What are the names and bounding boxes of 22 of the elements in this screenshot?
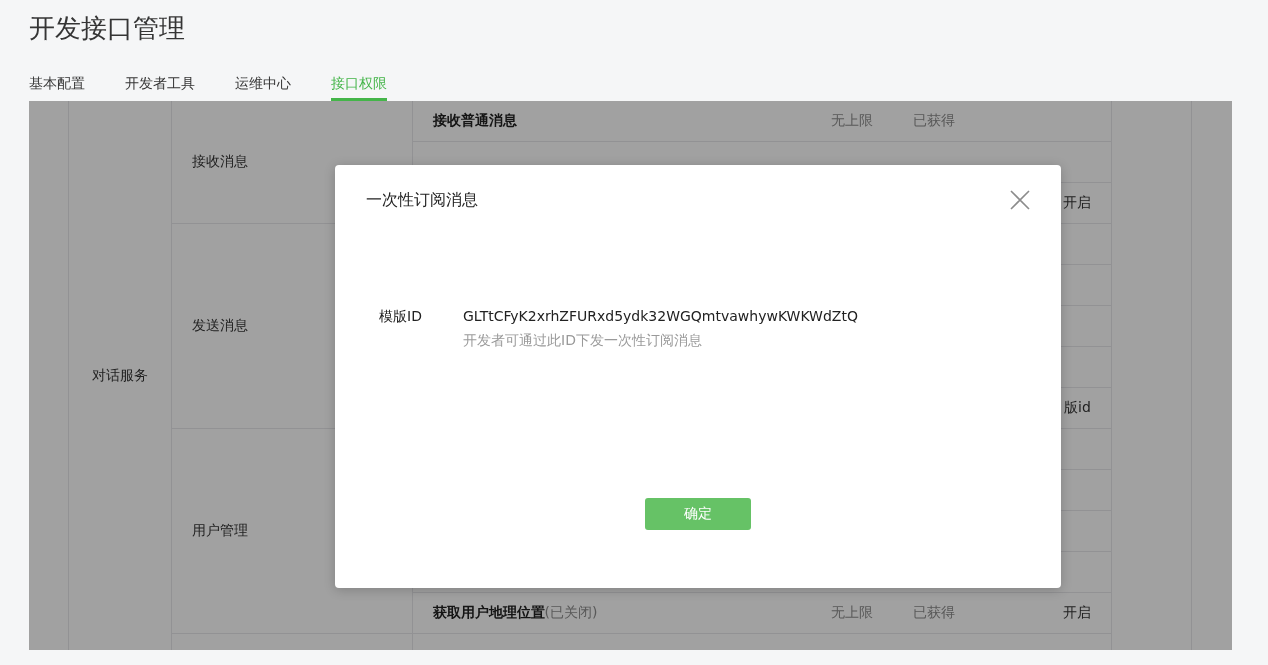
action-link[interactable]: 开启 — [1062, 604, 1091, 620]
action-link[interactable]: 开启 — [1062, 194, 1091, 210]
limit-cell: 无上限 — [830, 112, 873, 128]
permission-name: 获取用户地理位置(已关闭) — [432, 604, 598, 620]
group-cell: 用户管理 — [191, 522, 248, 540]
template-id: GLTtCFyK2xrhZFURxd5ydk32WGQmtvawhywKWKWdZtQ — [463, 308, 858, 324]
status-cell: 已获得 — [912, 112, 955, 128]
group-cell: 接收消息 — [191, 153, 248, 171]
tab[interactable]: 运维中心 — [235, 75, 291, 101]
close-icon[interactable] — [1010, 190, 1030, 210]
status-cell: 已获得 — [912, 604, 955, 620]
field-hint: 开发者可通过此ID下发一次性订阅消息 — [463, 332, 703, 350]
action-link[interactable]: 版id — [1064, 399, 1091, 415]
group-cell: 发送消息 — [191, 317, 248, 335]
field-label: 模版ID — [379, 308, 423, 326]
page-title: 开发接口管理 — [28, 12, 186, 45]
tab[interactable]: 开发者工具 — [125, 75, 195, 101]
limit-cell: 无上限 — [830, 604, 873, 620]
category-cell: 对话服务 — [92, 366, 149, 385]
tab[interactable]: 基本配置 — [29, 75, 85, 101]
dialog-title: 一次性订阅消息 — [366, 189, 478, 211]
permission-name: 接收普通消息 — [432, 112, 517, 128]
